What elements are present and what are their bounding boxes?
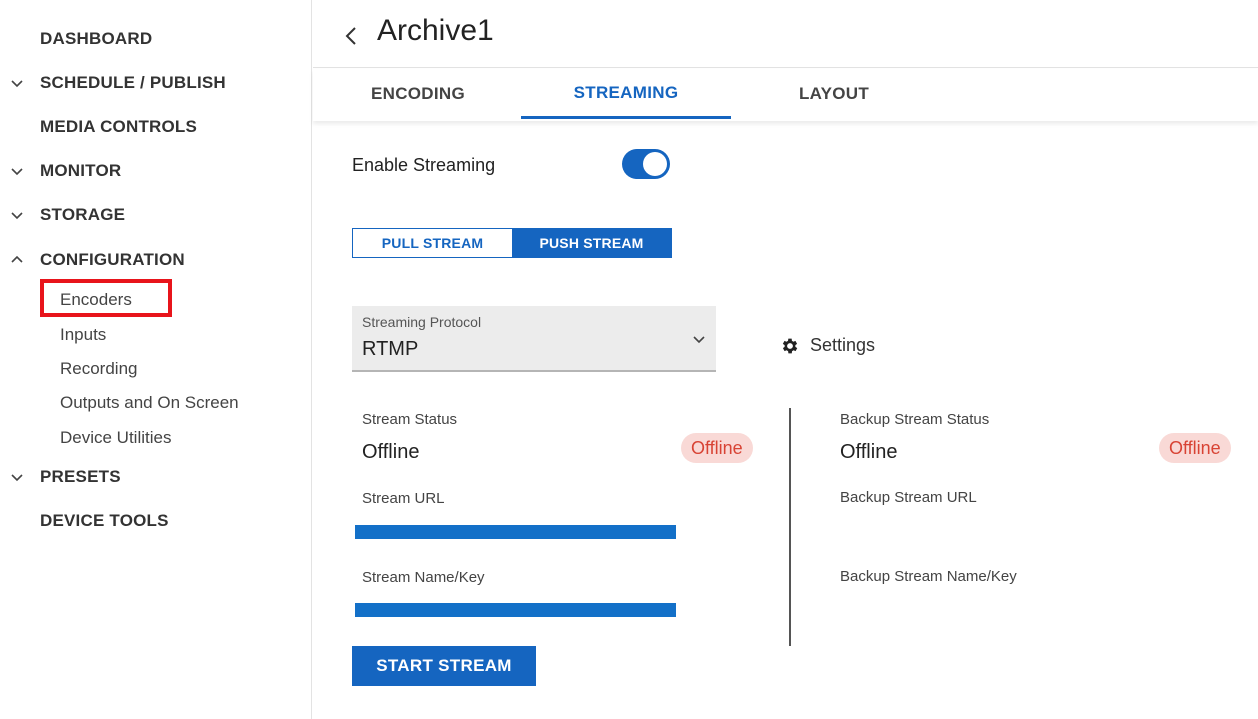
stream-status-badge: Offline [681,433,753,463]
stream-status-label: Stream Status [362,411,458,428]
nav-label: CONFIGURATION [40,250,185,269]
settings-label: Settings [810,335,876,355]
chevron-up-icon [11,255,23,263]
subnav-outputs-on-screen[interactable]: Outputs and On Screen [60,393,239,413]
settings-button[interactable]: Settings [780,335,875,356]
pull-stream-button[interactable]: PULL STREAM [353,229,512,257]
enable-streaming-toggle[interactable] [622,149,670,179]
nav-label: DEVICE TOOLS [40,511,169,530]
subnav-inputs[interactable]: Inputs [60,325,106,345]
gear-icon [782,338,798,353]
backup-stream-status-value: Offline [840,441,898,463]
nav-label: DASHBOARD [40,29,153,48]
page-title: Archive1 [377,14,494,47]
highlight-annotation-box [40,279,172,317]
backup-stream-status-label: Backup Stream Status [840,411,990,428]
chevron-down-icon [11,168,23,176]
sidebar: DASHBOARD SCHEDULE / PUBLISH MEDIA CONTR… [0,0,312,719]
tab-encoding[interactable]: ENCODING [325,69,511,119]
vertical-divider [789,408,791,646]
stream-mode-segmented-control: PULL STREAM PUSH STREAM [352,228,672,258]
nav-label: STORAGE [40,205,126,224]
tab-layout[interactable]: LAYOUT [741,69,927,119]
enable-streaming-label: Enable Streaming [352,155,496,175]
select-value: RTMP [362,338,419,360]
select-label: Streaming Protocol [362,314,482,330]
stream-status-value: Offline [362,441,420,463]
backup-stream-status-badge: Offline [1159,433,1231,463]
backup-stream-key-label: Backup Stream Name/Key [840,568,1017,585]
stream-url-redacted-value [355,525,676,539]
nav-label: MEDIA CONTROLS [40,117,198,136]
stream-key-label: Stream Name/Key [362,569,485,586]
nav-label: MONITOR [40,161,122,180]
streaming-protocol-select[interactable]: Streaming Protocol RTMP [352,306,716,372]
start-stream-button[interactable]: START STREAM [352,646,536,686]
page-header: Archive1 [313,0,1258,68]
back-chevron-icon[interactable] [343,24,359,48]
subnav-device-utilities[interactable]: Device Utilities [60,428,171,448]
tab-bar: ENCODING STREAMING LAYOUT [313,69,1258,121]
chevron-down-icon [11,474,23,482]
chevron-down-icon [11,212,23,220]
stream-key-redacted-value [355,603,676,617]
tab-streaming[interactable]: STREAMING [521,69,731,119]
subnav-recording[interactable]: Recording [60,359,138,379]
stream-url-label: Stream URL [362,490,445,507]
nav-label: SCHEDULE / PUBLISH [40,73,226,92]
chevron-down-icon [693,336,705,344]
nav-label: PRESETS [40,467,121,486]
chevron-down-icon [11,80,23,88]
toggle-knob [643,152,667,176]
push-stream-button[interactable]: PUSH STREAM [512,229,671,257]
backup-stream-url-label: Backup Stream URL [840,489,977,506]
